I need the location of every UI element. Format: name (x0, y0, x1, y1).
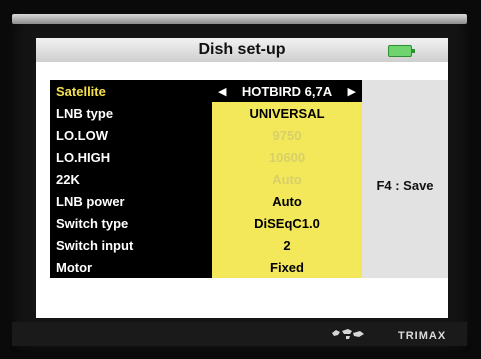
row-22k[interactable]: 22K Auto (50, 168, 362, 190)
row-lo-low[interactable]: LO.LOW 9750 (50, 124, 362, 146)
row-label: Satellite (56, 83, 106, 99)
row-label: LNB power (56, 193, 125, 209)
row-value[interactable]: Auto (212, 190, 362, 212)
row-switch-input[interactable]: Switch input 2 (50, 234, 362, 256)
row-motor[interactable]: Motor Fixed (50, 256, 362, 278)
row-satellite[interactable]: Satellite ◀ HOTBIRD 6,7A ▶ (50, 80, 362, 102)
row-value[interactable]: UNIVERSAL (212, 102, 362, 124)
row-value[interactable]: Fixed (212, 256, 362, 278)
top-status-bar (12, 14, 467, 24)
row-value[interactable]: 2 (212, 234, 362, 256)
satellite-value: HOTBIRD 6,7A (241, 83, 333, 99)
save-hint: F4 : Save (376, 178, 434, 193)
row-value[interactable]: 10600 (212, 146, 362, 168)
row-value[interactable]: 9750 (212, 124, 362, 146)
triangle-left-icon[interactable]: ◀ (218, 85, 226, 98)
battery-icon (388, 45, 415, 57)
settings-menu: Satellite ◀ HOTBIRD 6,7A ▶ LNB type UNIV… (50, 80, 362, 278)
row-lnb-type[interactable]: LNB type UNIVERSAL (50, 102, 362, 124)
row-value[interactable]: ◀ HOTBIRD 6,7A ▶ (212, 80, 362, 102)
help-panel: F4 : Save (362, 80, 448, 278)
page-title: Dish set-up (198, 41, 286, 58)
triangle-right-icon[interactable]: ▶ (348, 85, 356, 98)
row-lo-high[interactable]: LO.HIGH 10600 (50, 146, 362, 168)
row-value[interactable]: Auto (212, 168, 362, 190)
row-label: Motor (56, 259, 93, 275)
brand-logo: TRIMAX (398, 330, 447, 342)
row-label: Switch input (56, 237, 134, 253)
row-switch-type[interactable]: Switch type DiSEqC1.0 (50, 212, 362, 234)
row-lnb-power[interactable]: LNB power Auto (50, 190, 362, 212)
world-map-icon (332, 329, 364, 339)
title-bar: Dish set-up (36, 38, 448, 63)
row-label: LNB type (56, 105, 114, 121)
row-value[interactable]: DiSEqC1.0 (212, 212, 362, 234)
row-label: 22K (56, 171, 80, 187)
row-label: Switch type (56, 215, 129, 231)
row-label: LO.HIGH (56, 149, 111, 165)
row-label: LO.LOW (56, 127, 108, 143)
